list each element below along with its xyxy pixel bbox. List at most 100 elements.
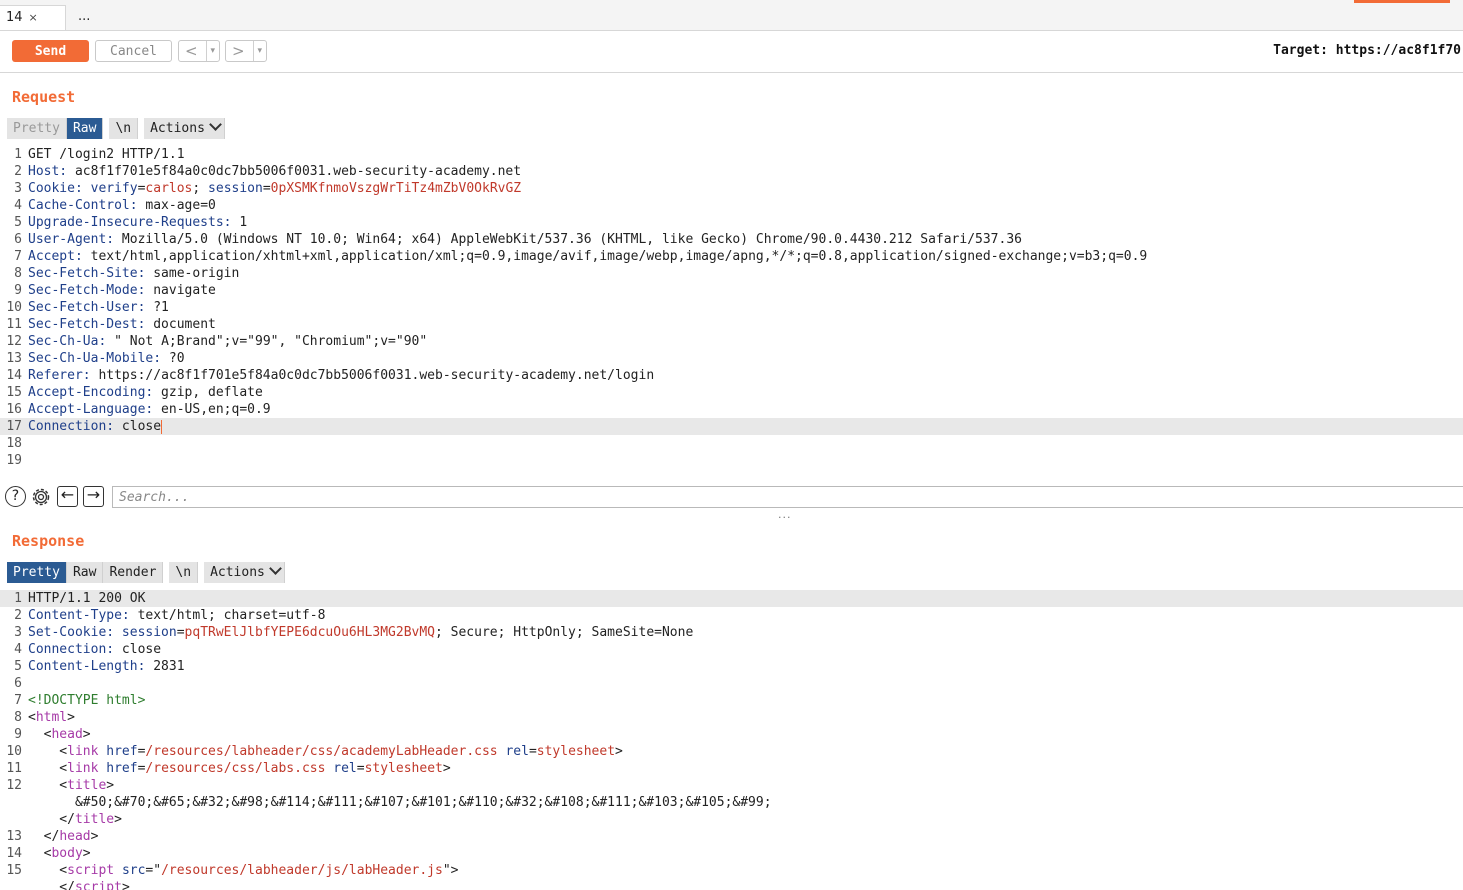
line-number: 15 — [6, 863, 22, 878]
code-token: > — [615, 744, 623, 759]
code-line[interactable]: 2 Host: ac8f1f701e5f84a0c0dc7bb5006f0031.… — [0, 163, 1463, 180]
code-line[interactable]: 14 Referer: https://ac8f1f701e5f84a0c0dc7… — [0, 367, 1463, 384]
line-number: 10 — [6, 300, 22, 315]
code-line[interactable]: 10 <link href = /resources/labheader/css/a… — [0, 743, 1463, 760]
code-line[interactable]: 8 Sec-Fetch-Site: same-origin — [0, 265, 1463, 282]
dropdown-icon[interactable]: ▾ — [253, 41, 262, 61]
code-line[interactable]: 19 — [0, 452, 1463, 469]
code-line[interactable]: 17 Connection: close — [0, 418, 1463, 435]
tab-more[interactable]: ... — [72, 5, 112, 30]
code-line[interactable]: 8 <html> — [0, 709, 1463, 726]
previous-match-icon[interactable]: ← — [57, 486, 78, 507]
line-number: 3 — [14, 625, 22, 640]
actions-label: Actions — [210, 565, 265, 580]
chevron-down-icon — [269, 562, 282, 575]
code-line[interactable]: 7 <!DOCTYPE html> — [0, 692, 1463, 709]
cancel-button[interactable]: Cancel — [95, 40, 172, 62]
forward-button[interactable]: > ▾ — [225, 40, 267, 62]
code-line[interactable]: 4 Cache-Control: max-age=0 — [0, 197, 1463, 214]
close-icon[interactable]: × — [29, 11, 38, 24]
search-input[interactable] — [112, 486, 1463, 508]
code-line[interactable]: 6 — [0, 675, 1463, 692]
help-icon[interactable]: ? — [5, 486, 26, 507]
code-token: gzip, deflate — [153, 385, 263, 400]
code-token: Sec-Fetch-Dest: — [28, 317, 146, 332]
actions-menu[interactable]: Actions — [204, 562, 285, 583]
dropdown-icon[interactable]: ▾ — [206, 41, 215, 61]
tab-pretty[interactable]: Pretty — [7, 562, 67, 583]
code-token: ac8f1f701e5f84a0c0dc7bb5006f0031.web-sec… — [67, 164, 522, 179]
code-token: < — [28, 744, 68, 759]
line-number: 12 — [6, 778, 22, 793]
code-line[interactable]: 12 <title> — [0, 777, 1463, 794]
code-line[interactable]: 10 Sec-Fetch-User: ?1 — [0, 299, 1463, 316]
code-line[interactable]: 9 <head> — [0, 726, 1463, 743]
code-token: User-Agent: — [28, 232, 115, 247]
code-line[interactable]: </script> — [0, 879, 1463, 890]
code-line[interactable]: &#50;&#70;&#65;&#32;&#98;&#114;&#111;&#1… — [0, 794, 1463, 811]
send-button[interactable]: Send — [12, 40, 89, 62]
split-drag-handle[interactable]: ··· — [778, 511, 794, 524]
code-token: script — [74, 880, 122, 890]
code-token: ; — [192, 181, 209, 196]
code-token: =" — [145, 863, 162, 878]
tab-raw[interactable]: Raw — [66, 118, 104, 139]
code-token: Accept-Encoding: — [28, 385, 154, 400]
code-line[interactable]: 3 Cookie: verify=carlos; session=0pXSMKfn… — [0, 180, 1463, 197]
code-token: = — [176, 625, 185, 640]
code-line[interactable]: 1 GET /login2 HTTP/1.1 — [0, 146, 1463, 163]
code-line[interactable]: 1 HTTP/1.1 200 OK — [0, 590, 1463, 607]
line-number: 5 — [14, 215, 22, 230]
code-line[interactable]: 11 <link href = /resources/css/labs.css re… — [0, 760, 1463, 777]
code-token: stylesheet — [364, 761, 443, 776]
code-line[interactable]: 13 </head> — [0, 828, 1463, 845]
newline-toggle[interactable]: \n — [169, 562, 199, 583]
tab-14[interactable]: 14 × — [0, 5, 66, 30]
code-token: /resources/labheader/js/labHeader.js — [161, 863, 443, 878]
code-line[interactable]: 9 Sec-Fetch-Mode: navigate — [0, 282, 1463, 299]
code-line[interactable]: 4 Connection: close — [0, 641, 1463, 658]
code-line[interactable]: 11 Sec-Fetch-Dest: document — [0, 316, 1463, 333]
code-token: same-origin — [145, 266, 240, 281]
code-line[interactable]: 15 Accept-Encoding: gzip, deflate — [0, 384, 1463, 401]
gear-icon[interactable] — [30, 486, 51, 507]
code-text: Sec-Ch-Ua-Mobile: ?0 — [28, 350, 185, 367]
line-number: 1 — [14, 147, 22, 162]
code-line[interactable]: 12 Sec-Ch-Ua: " Not A;Brand";v="99", "Chr… — [0, 333, 1463, 350]
code-line[interactable]: 18 — [0, 435, 1463, 452]
next-match-icon[interactable]: → — [83, 486, 104, 507]
code-line[interactable]: 13 Sec-Ch-Ua-Mobile: ?0 — [0, 350, 1463, 367]
back-button[interactable]: < ▾ — [178, 40, 220, 62]
code-token: <!DOCTYPE html> — [28, 693, 146, 708]
actions-menu[interactable]: Actions — [144, 118, 225, 139]
response-editor[interactable]: 1 HTTP/1.1 200 OK 2 Content-Type: text/html… — [0, 590, 1463, 890]
code-line[interactable]: 15 <script src="/resources/labheader/js/… — [0, 862, 1463, 879]
code-text: Sec-Fetch-Site: same-origin — [28, 265, 239, 282]
code-token: html — [35, 710, 68, 725]
code-line[interactable]: 16 Accept-Language: en-US,en;q=0.9 — [0, 401, 1463, 418]
code-line[interactable]: 6 User-Agent: Mozilla/5.0 (Windows NT 10.… — [0, 231, 1463, 248]
code-line[interactable]: 5 Upgrade-Insecure-Requests: 1 — [0, 214, 1463, 231]
code-text: Sec-Fetch-User: ?1 — [28, 299, 169, 316]
tab-pretty[interactable]: Pretty — [7, 118, 67, 139]
code-line[interactable]: 3 Set-Cookie: session=pqTRwElJlbfYEPE6dcu… — [0, 624, 1463, 641]
newline-toggle[interactable]: \n — [109, 118, 139, 139]
code-line[interactable]: 5 Content-Length: 2831 — [0, 658, 1463, 675]
request-editor[interactable]: 1 GET /login2 HTTP/1.1 2 Host: ac8f1f701e5f… — [0, 146, 1463, 471]
code-token: text/html,application/xhtml+xml,applicat… — [82, 249, 1148, 264]
code-token: </ — [28, 812, 75, 827]
code-line[interactable]: 14 <body> — [0, 845, 1463, 862]
line-number: 13 — [6, 829, 22, 844]
code-token: > — [442, 761, 451, 776]
code-token: Sec-Ch-Ua: — [28, 334, 107, 349]
code-text: <link href=/resources/css/labs.css rel=s… — [28, 760, 451, 777]
code-line[interactable]: 2 Content-Type: text/html; charset=utf-8 — [0, 607, 1463, 624]
code-token: > — [67, 710, 75, 725]
code-text: <script src="/resources/labheader/js/lab… — [28, 862, 458, 879]
tab-raw[interactable]: Raw — [66, 562, 104, 583]
code-line[interactable]: </title> — [0, 811, 1463, 828]
code-text: Sec-Fetch-Mode: navigate — [28, 282, 216, 299]
tab-render[interactable]: Render — [103, 562, 164, 583]
code-text: <title> — [28, 777, 114, 794]
code-line[interactable]: 7 Accept: text/html,application/xhtml+xml… — [0, 248, 1463, 265]
